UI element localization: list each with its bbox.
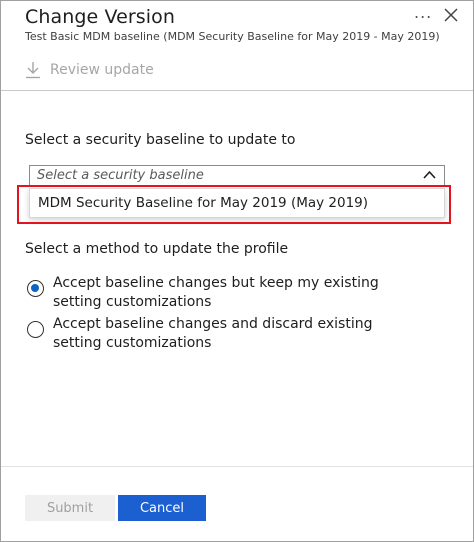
- more-options-button[interactable]: ...: [414, 3, 432, 22]
- review-update-button[interactable]: Review update: [25, 59, 154, 81]
- radio-discard-label: Accept baseline changes and discard exis…: [53, 316, 373, 351]
- download-arrow-icon: [26, 62, 40, 79]
- update-method-label: Select a method to update the profile: [25, 241, 289, 257]
- baseline-select-dropdown[interactable]: Select a security baseline: [29, 165, 445, 186]
- cancel-button[interactable]: Cancel: [118, 495, 206, 521]
- footer-divider: [1, 466, 473, 467]
- toolbar-divider: [1, 90, 473, 91]
- radio-button-selected[interactable]: [27, 280, 44, 297]
- radio-keep-customizations[interactable]: Accept baseline changes but keep my exis…: [27, 274, 413, 312]
- submit-button[interactable]: Submit: [25, 495, 115, 521]
- baseline-select-placeholder: Select a security baseline: [37, 168, 204, 183]
- highlight-box: [17, 185, 451, 224]
- chevron-up-icon: [423, 170, 436, 179]
- review-update-label: Review update: [50, 62, 154, 78]
- change-version-panel: Change Version ... Test Basic MDM baseli…: [0, 0, 474, 542]
- close-icon[interactable]: [443, 7, 459, 23]
- radio-keep-label: Accept baseline changes but keep my exis…: [53, 275, 379, 310]
- radio-button-unselected[interactable]: [27, 321, 44, 338]
- panel-title: Change Version: [25, 6, 176, 28]
- panel-subtitle: Test Basic MDM baseline (MDM Security Ba…: [25, 30, 440, 43]
- baseline-select-label: Select a security baseline to update to: [25, 132, 296, 148]
- radio-discard-customizations[interactable]: Accept baseline changes and discard exis…: [27, 315, 413, 353]
